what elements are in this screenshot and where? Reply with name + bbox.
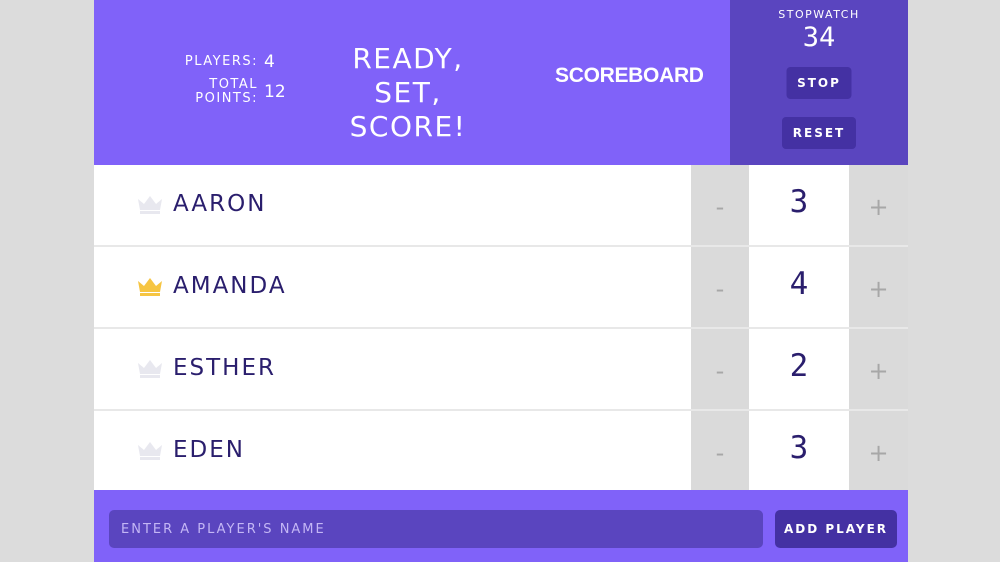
stop-button[interactable]: STOP [786, 67, 852, 99]
crown-icon [138, 278, 162, 296]
increment-score-button[interactable]: + [849, 411, 908, 491]
total-points-label-line2: POINTS: [195, 91, 258, 106]
player-score: 2 [789, 348, 809, 384]
players-stat: PLAYERS: 4 [94, 52, 294, 72]
players-label: PLAYERS: [184, 54, 258, 69]
player-score: 3 [789, 430, 809, 466]
player-score: 3 [789, 184, 809, 220]
player-name: ESTHER [173, 355, 276, 381]
increment-score-button[interactable]: + [849, 165, 908, 245]
player-row: ESTHER - 2 + [94, 329, 908, 411]
stats: PLAYERS: 4 TOTAL POINTS: 12 [94, 52, 294, 106]
player-row: EDEN - 3 + [94, 411, 908, 493]
player-name: AMANDA [173, 273, 287, 299]
app-title-line1: READY, SET, [352, 42, 464, 109]
player-name-input[interactable] [109, 510, 763, 548]
decrement-score-button[interactable]: - [691, 165, 749, 245]
player-list: AARON - 3 + AMANDA - 4 + ESTHER - 2 + EDEN - 3 + [94, 165, 908, 493]
player-row: AARON - 3 + [94, 165, 908, 247]
player-name: EDEN [173, 437, 245, 463]
total-points-value: 12 [264, 82, 286, 102]
add-player-form: ADD PLAYER [94, 490, 908, 562]
stopwatch: STOPWATCH 34 STOP RESET [730, 0, 908, 165]
app-title: READY, SET, SCORE! [318, 42, 498, 144]
total-points-label-line1: TOTAL [209, 77, 258, 92]
stopwatch-time: 34 [802, 22, 836, 53]
decrement-score-button[interactable]: - [691, 411, 749, 491]
add-player-button[interactable]: ADD PLAYER [775, 510, 897, 548]
crown-icon [138, 196, 162, 214]
scoreboard-app: PLAYERS: 4 TOTAL POINTS: 12 READY, SET, … [94, 0, 908, 562]
decrement-score-button[interactable]: - [691, 329, 749, 409]
player-row: AMANDA - 4 + [94, 247, 908, 329]
increment-score-button[interactable]: + [849, 247, 908, 327]
player-name: AARON [173, 191, 267, 217]
increment-score-button[interactable]: + [849, 329, 908, 409]
scoreboard-label: SCOREBOARD [555, 64, 704, 87]
total-points-stat: TOTAL POINTS: 12 [94, 78, 294, 106]
stopwatch-label: STOPWATCH [778, 8, 860, 21]
crown-icon [138, 360, 162, 378]
players-count: 4 [264, 52, 275, 72]
decrement-score-button[interactable]: - [691, 247, 749, 327]
total-points-label: TOTAL POINTS: [178, 78, 258, 106]
reset-button[interactable]: RESET [782, 117, 856, 149]
player-score: 4 [789, 266, 809, 302]
app-title-line2: SCORE! [349, 110, 467, 143]
crown-icon [138, 442, 162, 460]
header: PLAYERS: 4 TOTAL POINTS: 12 READY, SET, … [94, 0, 908, 165]
